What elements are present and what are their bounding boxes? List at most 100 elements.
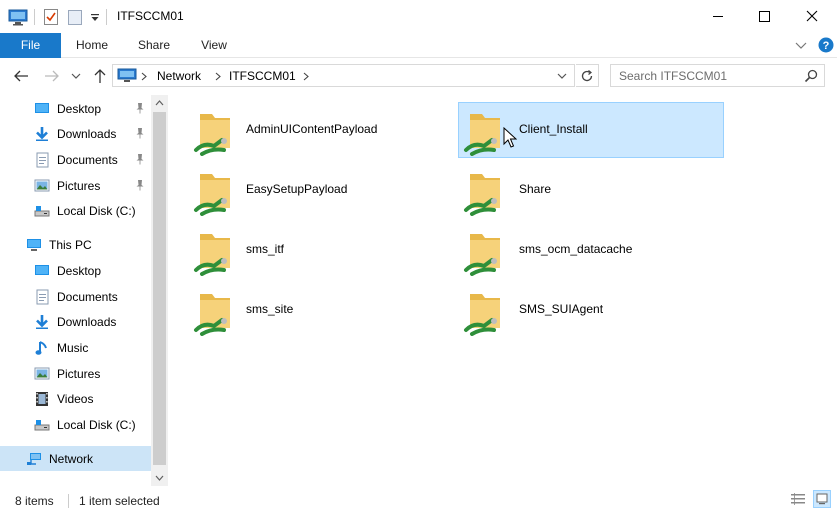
- app-icon[interactable]: [8, 7, 28, 27]
- nav-network[interactable]: Network: [0, 446, 151, 471]
- folder-easysetuppayload[interactable]: EasySetupPayload: [188, 162, 454, 218]
- navigation-pane: Desktop Downloads Documents Pictures Loc…: [0, 95, 151, 486]
- tab-share[interactable]: Share: [128, 33, 180, 58]
- up-button[interactable]: [91, 67, 109, 85]
- pin-icon[interactable]: [135, 102, 145, 114]
- nav-quick-local-disk[interactable]: Local Disk (C:): [0, 198, 151, 223]
- mouse-cursor-icon: [503, 127, 517, 148]
- shared-folder-icon: [464, 174, 500, 216]
- scroll-up-icon[interactable]: [155, 100, 164, 106]
- network-icon: [117, 68, 137, 82]
- breadcrumb-chevron-icon[interactable]: [141, 72, 147, 81]
- breadcrumb-chevron-icon[interactable]: [215, 72, 221, 81]
- status-separator: [68, 494, 69, 508]
- folder-adminuicontentpayload[interactable]: AdminUIContentPayload: [188, 102, 454, 158]
- ribbon-tabs: File Home Share View ?: [0, 33, 837, 58]
- minimize-icon: [712, 15, 723, 17]
- back-arrow-icon: [14, 70, 28, 82]
- nav-pc-pictures[interactable]: Pictures: [0, 361, 151, 386]
- shared-folder-icon: [464, 114, 500, 156]
- details-view-icon: [791, 493, 805, 505]
- content-pane: AdminUIContentPayload Client_Install Eas…: [168, 95, 837, 486]
- expand-ribbon-icon[interactable]: [794, 39, 808, 54]
- documents-icon: [36, 289, 49, 305]
- folder-client-install[interactable]: Client_Install: [458, 102, 724, 158]
- drive-icon: [34, 206, 50, 217]
- desktop-icon: [35, 265, 49, 275]
- shared-folder-icon: [194, 114, 230, 156]
- up-arrow-icon: [94, 69, 106, 83]
- properties-icon[interactable]: [43, 7, 59, 27]
- nav-scrollbar[interactable]: [151, 95, 168, 486]
- folder-sms-site[interactable]: sms_site: [188, 282, 454, 338]
- pin-icon[interactable]: [135, 127, 145, 139]
- computer-icon: [27, 239, 41, 251]
- scroll-thumb[interactable]: [153, 112, 166, 465]
- title-bar: ITFSCCM01: [0, 0, 837, 33]
- pin-icon[interactable]: [135, 153, 145, 165]
- breadcrumb-chevron-icon[interactable]: [303, 72, 309, 81]
- nav-quick-desktop[interactable]: Desktop: [0, 96, 151, 121]
- nav-quick-pictures[interactable]: Pictures: [0, 173, 151, 198]
- forward-arrow-icon: [45, 70, 59, 82]
- refresh-icon: [581, 69, 593, 81]
- nav-pc-local-disk[interactable]: Local Disk (C:): [0, 412, 151, 437]
- details-view-button[interactable]: [790, 492, 806, 509]
- nav-quick-documents[interactable]: Documents: [0, 147, 151, 172]
- search-icon[interactable]: [804, 69, 818, 83]
- downloads-icon: [36, 315, 48, 329]
- back-button[interactable]: [12, 67, 30, 85]
- nav-this-pc[interactable]: This PC: [0, 232, 151, 257]
- network-icon: [27, 453, 41, 465]
- folder-sms-suiagent[interactable]: SMS_SUIAgent: [458, 282, 724, 338]
- new-folder-icon[interactable]: [67, 7, 83, 27]
- nav-pc-downloads[interactable]: Downloads: [0, 309, 151, 334]
- breadcrumb-network[interactable]: Network: [157, 69, 201, 83]
- refresh-button[interactable]: [576, 64, 599, 87]
- forward-button[interactable]: [43, 67, 61, 85]
- close-button[interactable]: [789, 0, 835, 32]
- large-icons-view-button[interactable]: [813, 490, 831, 508]
- close-icon: [806, 10, 818, 22]
- pictures-icon: [34, 179, 50, 192]
- drive-icon: [34, 420, 50, 431]
- help-icon[interactable]: ?: [818, 37, 834, 56]
- folder-share[interactable]: Share: [458, 162, 724, 218]
- shared-folder-icon: [464, 234, 500, 276]
- minimize-button[interactable]: [695, 0, 741, 32]
- window-title: ITFSCCM01: [117, 9, 184, 23]
- shared-folder-icon: [194, 234, 230, 276]
- recent-locations-button[interactable]: [67, 67, 85, 85]
- chevron-down-icon: [71, 73, 81, 79]
- folder-sms-ocm-datacache[interactable]: sms_ocm_datacache: [458, 222, 724, 278]
- scroll-down-icon[interactable]: [155, 475, 164, 481]
- nav-pc-documents[interactable]: Documents: [0, 284, 151, 309]
- maximize-button[interactable]: [741, 0, 787, 32]
- maximize-icon: [758, 10, 770, 22]
- tab-view[interactable]: View: [188, 33, 240, 58]
- large-icons-view-icon: [816, 493, 828, 505]
- nav-pc-music[interactable]: Music: [0, 335, 151, 360]
- tab-file[interactable]: File: [0, 33, 61, 58]
- customize-toolbar-icon[interactable]: [90, 7, 100, 27]
- svg-text:?: ?: [823, 40, 830, 52]
- nav-pc-desktop[interactable]: Desktop: [0, 258, 151, 283]
- address-bar[interactable]: Network ITFSCCM01: [112, 64, 575, 87]
- address-row: Network ITFSCCM01 Search ITFSCCM01: [0, 58, 837, 95]
- music-icon: [35, 341, 47, 355]
- tab-home[interactable]: Home: [66, 33, 118, 58]
- item-count: 8 items: [15, 494, 54, 508]
- address-history-icon[interactable]: [557, 72, 567, 80]
- status-bar: 8 items 1 item selected: [0, 486, 837, 512]
- documents-icon: [36, 152, 49, 168]
- nav-quick-downloads[interactable]: Downloads: [0, 121, 151, 146]
- folder-sms-itf[interactable]: sms_itf: [188, 222, 454, 278]
- search-input[interactable]: Search ITFSCCM01: [610, 64, 825, 87]
- nav-pc-videos[interactable]: Videos: [0, 386, 151, 411]
- shared-folder-icon: [194, 174, 230, 216]
- pin-icon[interactable]: [135, 179, 145, 191]
- search-placeholder: Search ITFSCCM01: [619, 69, 728, 83]
- pictures-icon: [34, 367, 50, 380]
- breadcrumb-itfsccm01[interactable]: ITFSCCM01: [229, 69, 296, 83]
- downloads-icon: [36, 127, 48, 141]
